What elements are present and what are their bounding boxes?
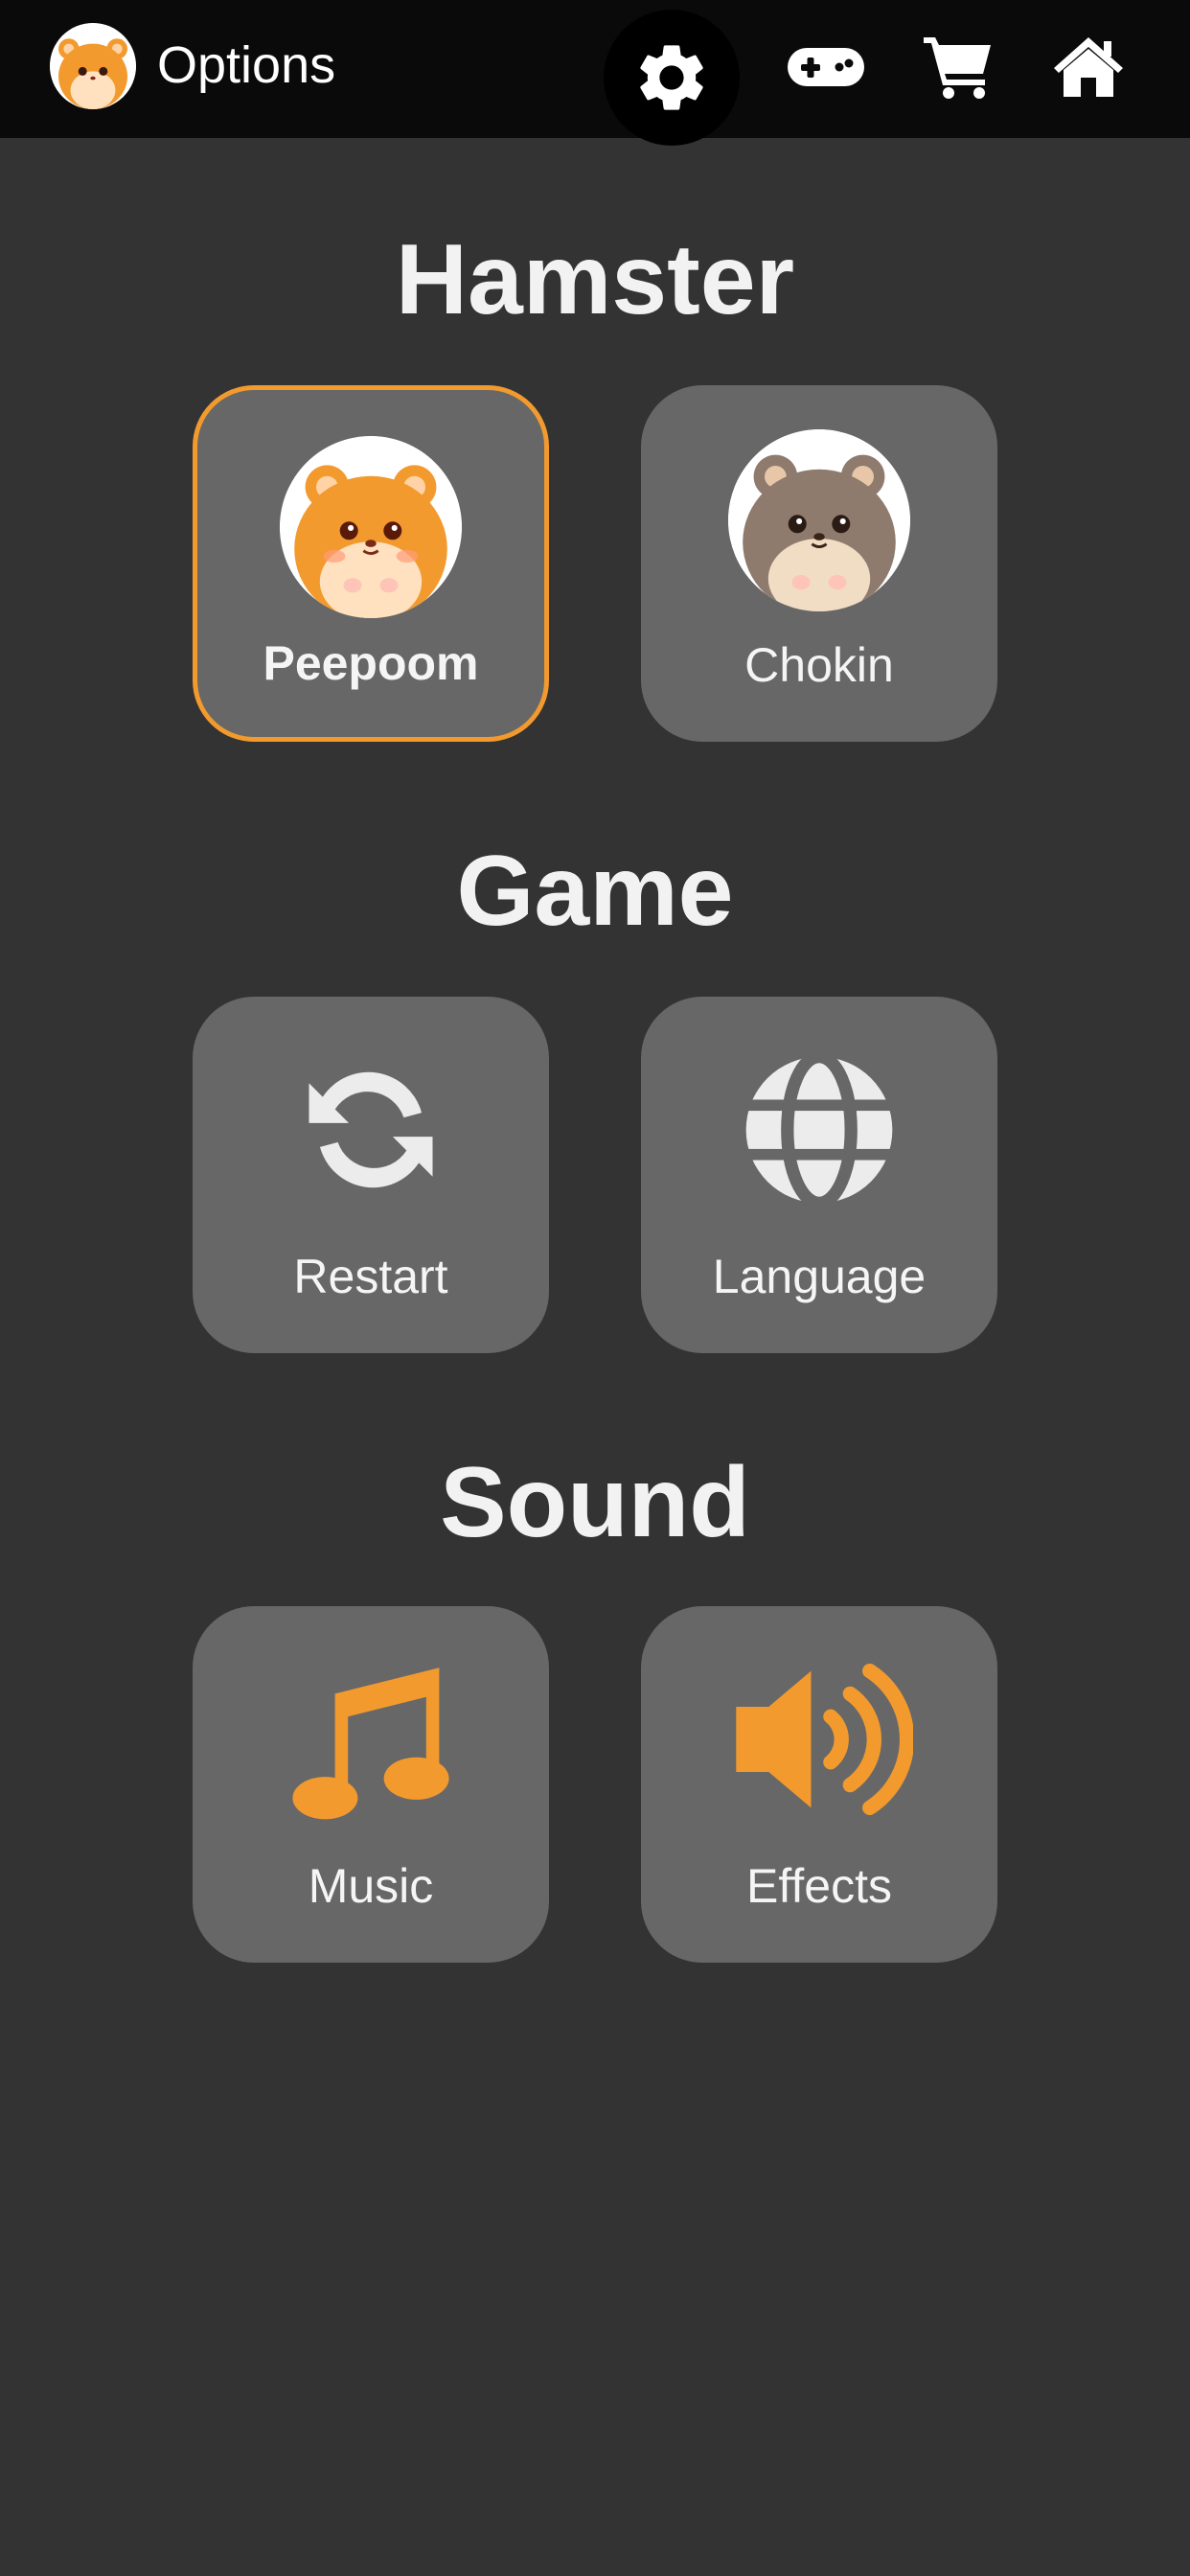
music-label: Music: [308, 1859, 434, 1913]
settings-nav-button[interactable]: [604, 10, 740, 146]
language-label: Language: [712, 1250, 927, 1303]
restart-icon: [309, 1071, 433, 1188]
home-icon: [1054, 37, 1123, 97]
brown-hamster-icon: [728, 429, 910, 611]
top-bar: Options: [0, 0, 1190, 146]
hamster-section-title: Hamster: [395, 224, 795, 335]
cart-icon: [924, 37, 991, 99]
music-toggle[interactable]: Music: [193, 1606, 549, 1963]
sound-section-title: Sound: [440, 1447, 750, 1558]
hamster-option-peepoom[interactable]: Peepoom: [193, 385, 549, 742]
language-button[interactable]: Language: [641, 997, 997, 1353]
hamster-option-label: Peepoom: [263, 636, 479, 690]
home-nav-button[interactable]: [1042, 21, 1134, 113]
hamster-option-label: Chokin: [744, 638, 894, 692]
gear-icon: [640, 45, 703, 110]
effects-label: Effects: [746, 1859, 892, 1913]
speaker-icon: [736, 1663, 913, 1816]
shop-nav-button[interactable]: [912, 21, 1004, 113]
hamster-avatar-icon: [50, 23, 136, 109]
page-title: Options: [157, 36, 336, 94]
hamster-option-chokin[interactable]: Chokin: [641, 385, 997, 742]
game-section-title: Game: [456, 836, 734, 947]
effects-toggle[interactable]: Effects: [641, 1606, 997, 1963]
restart-label: Restart: [293, 1250, 448, 1303]
globe-icon: [745, 1050, 893, 1209]
music-note-icon: [292, 1668, 449, 1820]
games-nav-button[interactable]: [780, 21, 872, 113]
gamepad-icon: [788, 48, 864, 86]
restart-button[interactable]: Restart: [193, 997, 549, 1353]
orange-hamster-icon: [280, 436, 462, 618]
